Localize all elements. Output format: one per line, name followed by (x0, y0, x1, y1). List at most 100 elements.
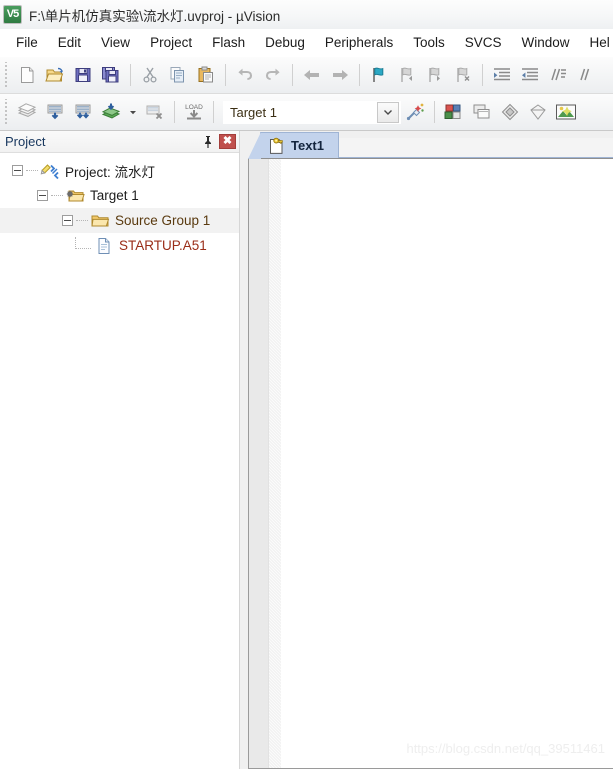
menu-window[interactable]: Window (511, 32, 579, 53)
stop-build-icon[interactable] (141, 98, 169, 126)
tabstrip-filler (339, 138, 613, 158)
configuration-wizard-icon[interactable] (552, 98, 580, 126)
menu-debug[interactable]: Debug (255, 32, 315, 53)
target-select-value: Target 1 (230, 104, 277, 120)
indent-icon[interactable] (488, 61, 516, 89)
menu-help[interactable]: Hel (580, 32, 613, 53)
batch-build-icon[interactable] (97, 98, 125, 126)
tree-connector (76, 220, 88, 221)
editor-tabstrip: Text1 (248, 131, 613, 159)
tree-item-source-group[interactable]: Source Group 1 (0, 208, 239, 233)
tree-item-project[interactable]: Project: 流水灯 (0, 158, 239, 183)
components-icon[interactable] (496, 98, 524, 126)
tree-item-project-label: Project: 流水灯 (65, 164, 156, 180)
pin-icon[interactable] (199, 133, 217, 151)
tree-item-startup-a51[interactable]: STARTUP.A51 (0, 233, 239, 258)
toolbar-grip[interactable] (2, 62, 11, 88)
editor-area: Text1 https://blog.csdn.net/qq_39511461 (240, 131, 613, 769)
svg-text:LOAD: LOAD (185, 104, 203, 111)
expander-icon[interactable] (37, 190, 48, 201)
paste-icon[interactable] (192, 61, 220, 89)
text-editor[interactable]: https://blog.csdn.net/qq_39511461 (248, 158, 613, 769)
project-tree: Project: 流水灯 Target 1 Source Group 1 STA… (0, 153, 239, 769)
menu-bar: File Edit View Project Flash Debug Perip… (0, 29, 613, 57)
editor-text-surface[interactable]: https://blog.csdn.net/qq_39511461 (281, 159, 613, 768)
menu-view[interactable]: View (91, 32, 140, 53)
tree-item-source-group-label: Source Group 1 (115, 213, 211, 228)
manage-project-items-icon[interactable] (440, 98, 468, 126)
project-icon (40, 162, 60, 180)
redo-icon[interactable] (259, 61, 287, 89)
undo-icon[interactable] (231, 61, 259, 89)
tree-connector (51, 195, 63, 196)
tree-connector (26, 170, 38, 171)
multi-project-window-icon[interactable] (468, 98, 496, 126)
project-panel: Project ✖ Project: 流水灯 Target 1 Source G… (0, 131, 240, 769)
app-icon-glyph: V5 (6, 8, 19, 20)
bookmark-prev-icon[interactable] (393, 61, 421, 89)
expander-icon[interactable] (62, 215, 73, 226)
window-title: F:\单片机仿真实验\流水灯.uvproj - µVision (29, 8, 281, 24)
file-toolbar (0, 57, 613, 94)
bookmark-clear-icon[interactable] (449, 61, 477, 89)
build-icon[interactable] (41, 98, 69, 126)
project-panel-header: Project ✖ (0, 131, 239, 153)
bookmark-next-icon[interactable] (421, 61, 449, 89)
editor-tab-label: Text1 (291, 138, 324, 153)
toolbar-separator (434, 101, 435, 123)
chevron-down-icon[interactable] (377, 101, 399, 123)
menu-project[interactable]: Project (140, 32, 202, 53)
uvision-window: V5 F:\单片机仿真实验\流水灯.uvproj - µVision File … (0, 0, 613, 769)
editor-tab-text1[interactable]: Text1 (248, 132, 339, 159)
toolbar-grip[interactable] (2, 99, 11, 125)
new-file-icon[interactable] (13, 61, 41, 89)
target-folder-icon (65, 187, 85, 205)
translate-icon[interactable] (13, 98, 41, 126)
menu-svcs[interactable]: SVCS (455, 32, 512, 53)
save-all-icon[interactable] (97, 61, 125, 89)
copy-icon[interactable] (164, 61, 192, 89)
toolbar-separator (292, 64, 293, 86)
title-bar: V5 F:\单片机仿真实验\流水灯.uvproj - µVision (0, 0, 613, 29)
editor-fold-margin (269, 159, 281, 768)
toolbar-separator (130, 64, 131, 86)
build-toolbar: LOAD Target 1 (0, 94, 613, 131)
navigate-back-icon[interactable] (298, 61, 326, 89)
toolbar-separator (359, 64, 360, 86)
navigate-forward-icon[interactable] (326, 61, 354, 89)
tree-item-target[interactable]: Target 1 (0, 183, 239, 208)
menu-tools[interactable]: Tools (403, 32, 455, 53)
project-panel-title: Project (5, 134, 46, 149)
save-icon[interactable] (69, 61, 97, 89)
toolbar-separator (482, 64, 483, 86)
expander-icon[interactable] (12, 165, 23, 176)
keil-uvision-icon: V5 (3, 5, 22, 24)
watermark: https://blog.csdn.net/qq_39511461 (406, 741, 605, 756)
tree-item-startup-a51-label: STARTUP.A51 (119, 238, 207, 253)
download-icon[interactable]: LOAD (180, 98, 208, 126)
uncomment-icon[interactable] (572, 61, 600, 89)
outdent-icon[interactable] (516, 61, 544, 89)
toolbar-separator (225, 64, 226, 86)
tree-connector (75, 237, 91, 249)
books-icon[interactable] (524, 98, 552, 126)
bookmark-toggle-icon[interactable] (365, 61, 393, 89)
menu-flash[interactable]: Flash (202, 32, 255, 53)
tree-item-target-label: Target 1 (90, 188, 139, 203)
main-body: Project ✖ Project: 流水灯 Target 1 Source G… (0, 131, 613, 769)
source-file-icon (94, 237, 114, 255)
comment-icon[interactable] (544, 61, 572, 89)
close-icon[interactable]: ✖ (219, 134, 236, 149)
menu-edit[interactable]: Edit (48, 32, 91, 53)
text-document-key-icon (267, 137, 285, 155)
cut-icon[interactable] (136, 61, 164, 89)
open-file-icon[interactable] (41, 61, 69, 89)
rebuild-icon[interactable] (69, 98, 97, 126)
target-select[interactable]: Target 1 (223, 100, 401, 124)
menu-peripherals[interactable]: Peripherals (315, 32, 403, 53)
editor-gutter (249, 159, 269, 768)
target-options-icon[interactable] (401, 98, 429, 126)
menu-file[interactable]: File (6, 32, 48, 53)
batch-build-dropdown-icon[interactable] (125, 98, 141, 126)
toolbar-separator (174, 101, 175, 123)
